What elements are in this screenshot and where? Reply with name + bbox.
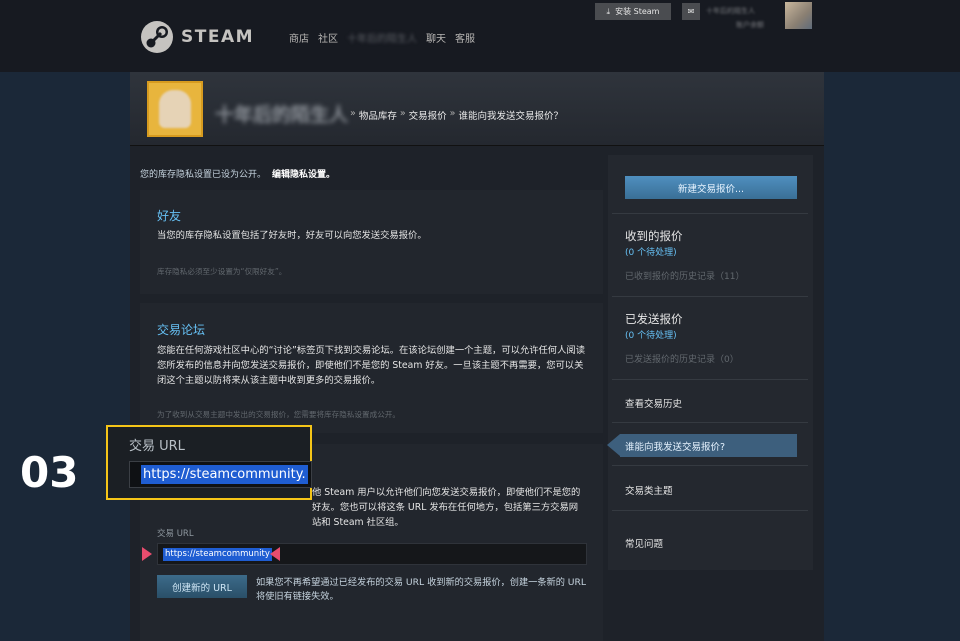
create-new-url-button[interactable]: 创建新的 URL <box>157 575 247 598</box>
sidebar-divider <box>612 422 808 423</box>
trade-forum-note: 为了收到从交易主题中发出的交易报价，您需要将库存隐私设置成公开。 <box>157 410 400 419</box>
profile-name[interactable]: 十年后的陌生人 <box>215 100 348 127</box>
callout-url-value: https://steamcommunity. <box>141 465 308 484</box>
pointer-right-icon <box>142 547 152 561</box>
breadcrumb: » 物品库存 » 交易报价 » 谁能向我发送交易报价？ <box>347 108 563 122</box>
edit-privacy-link[interactable]: 编辑隐私设置。 <box>272 170 335 180</box>
notifications-button[interactable]: ✉ <box>682 3 700 20</box>
friends-note: 库存隐私必须至少设置为“仅限好友”。 <box>157 267 287 276</box>
profile-avatar[interactable] <box>147 81 203 137</box>
trade-forum-card: 交易论坛 您能在任何游戏社区中心的“讨论”标签页下找到交易论坛。在该论坛创建一个… <box>140 303 603 433</box>
nav-profile[interactable]: 十年后的陌生人 <box>347 30 417 45</box>
trade-url-input[interactable]: https://steamcommunity <box>157 543 587 565</box>
sent-offers-title[interactable]: 已发送报价 <box>625 311 683 327</box>
sidebar-divider <box>612 379 808 380</box>
breadcrumb-separator: » <box>399 108 406 119</box>
trade-history-link[interactable]: 查看交易历史 <box>625 396 682 410</box>
trade-forum-title[interactable]: 交易论坛 <box>157 321 205 338</box>
received-offers-title[interactable]: 收到的报价 <box>625 228 683 244</box>
new-trade-offer-button[interactable]: 新建交易报价... <box>625 176 797 199</box>
nav-support[interactable]: 客服 <box>455 30 475 45</box>
header-avatar[interactable] <box>785 2 812 29</box>
friends-title: 好友 <box>157 209 182 223</box>
breadcrumb-inventory[interactable]: 物品库存 <box>359 108 397 122</box>
pointer-left-icon <box>270 547 280 561</box>
who-can-send-link[interactable]: 谁能向我发送交易报价? <box>620 434 797 457</box>
sidebar-divider <box>612 510 808 511</box>
nav-community[interactable]: 社区 <box>318 30 338 45</box>
install-steam-button[interactable]: ⤓ 安装 Steam <box>595 3 671 20</box>
steam-logo[interactable]: STEAM <box>140 20 254 54</box>
account-menu[interactable]: 十年后的陌生人 账户余额 <box>706 4 764 32</box>
nav-store[interactable]: 商店 <box>289 30 309 45</box>
trading-topics-link[interactable]: 交易类主题 <box>625 483 673 497</box>
callout-title: 交易 URL <box>129 439 185 454</box>
sidebar-divider <box>612 465 808 466</box>
sidebar-divider <box>612 213 808 214</box>
breadcrumb-separator: » <box>350 108 356 119</box>
trade-forum-text: 您能在任何游戏社区中心的“讨论”标签页下找到交易论坛。在该论坛创建一个主题，可以… <box>157 345 585 386</box>
trade-url-callout: 交易 URL https://steamcommunity. <box>106 425 312 500</box>
step-number: 03 <box>20 448 79 497</box>
install-steam-label: 安装 Steam <box>615 7 660 16</box>
avatar-image <box>159 90 191 128</box>
nav-chat[interactable]: 聊天 <box>426 30 446 45</box>
envelope-icon: ✉ <box>687 7 695 16</box>
active-pointer-icon <box>607 434 620 456</box>
friends-text: 当您的库存隐私设置包括了好友时，好友可以向您发送交易报价。 <box>157 230 427 241</box>
received-pending[interactable]: (0 个待处理) <box>625 245 677 258</box>
main-nav: 商店 社区 十年后的陌生人 聊天 客服 <box>289 30 484 45</box>
breadcrumb-trade-offers[interactable]: 交易报价 <box>409 108 447 122</box>
account-balance: 账户余额 <box>736 21 764 29</box>
account-name: 十年后的陌生人 <box>706 7 755 15</box>
privacy-status-text: 您的库存隐私设置已设为公开。 <box>140 170 267 180</box>
callout-url-field[interactable]: https://steamcommunity. <box>129 461 312 488</box>
brand-text: STEAM <box>181 27 255 47</box>
faq-link[interactable]: 常见问题 <box>625 536 663 550</box>
sent-history[interactable]: 已发送报价的历史记录（0） <box>625 352 739 365</box>
trade-url-text: 他 Steam 用户以允许他们向您发送交易报价，即使他们不是您的好友。您也可以将… <box>312 487 581 528</box>
download-icon: ⤓ <box>606 6 611 16</box>
breadcrumb-separator: » <box>449 108 456 119</box>
create-new-url-note: 如果您不再希望通过已经发布的交易 URL 收到新的交易报价，创建一条新的 URL… <box>256 577 587 602</box>
trade-url-label: 交易 URL <box>157 529 194 539</box>
breadcrumb-current[interactable]: 谁能向我发送交易报价？ <box>458 108 563 122</box>
friends-card: 好友 当您的库存隐私设置包括了好友时，好友可以向您发送交易报价。 库存隐私必须至… <box>140 190 603 294</box>
sidebar-divider <box>612 296 808 297</box>
trade-url-value: https://steamcommunity <box>163 548 272 561</box>
received-history[interactable]: 已收到报价的历史记录（11） <box>625 269 744 282</box>
steam-logo-icon <box>141 21 173 53</box>
privacy-intro: 您的库存隐私设置已设为公开。 编辑隐私设置。 <box>140 167 335 180</box>
sent-pending[interactable]: (0 个待处理) <box>625 328 677 341</box>
